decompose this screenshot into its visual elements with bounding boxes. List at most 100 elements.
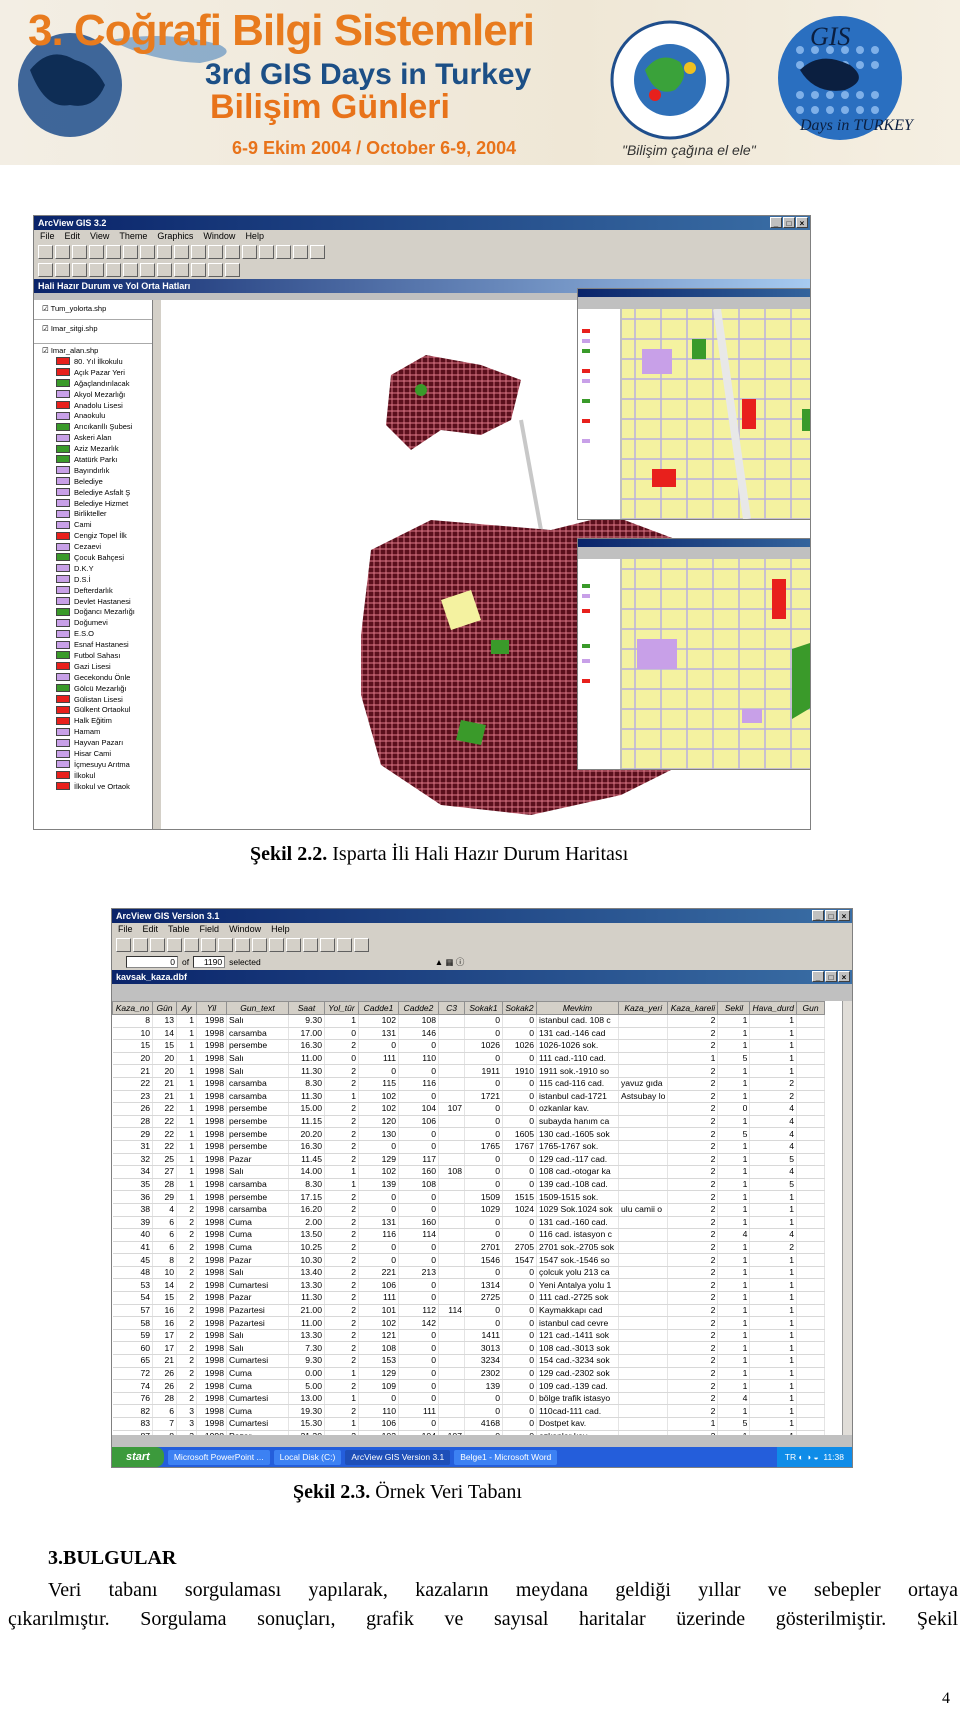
taskbar-item-active[interactable]: ArcView GIS Version 3.1	[345, 1449, 451, 1465]
zoom-in-tool-icon[interactable]	[106, 263, 121, 277]
zoom-out-icon[interactable]	[242, 245, 257, 259]
table-row[interactable]: 87831998Pazar21.30210210410700ozkanlar k…	[112, 1430, 826, 1435]
table-icon[interactable]	[106, 245, 121, 259]
column-header[interactable]: Gun_text	[226, 1001, 289, 1015]
table-row[interactable]: 72 26 2 1998 Cuma 0.00 1 129 0 2302 0 129 cad.-2302…	[112, 1367, 826, 1381]
table-row[interactable]: 57 16 2 1998 Pazartesi 21.00 2 101 112 114 0 0 Kayma…	[112, 1304, 826, 1318]
table-row[interactable]: 76 28 2 1998 Cumartesi 13.00 1 0 0 0 0 bölge trafik…	[112, 1392, 826, 1406]
close-icon[interactable]: ×	[838, 971, 850, 982]
column-header[interactable]: Kaza_kareli	[667, 1001, 719, 1015]
table-row[interactable]: 21 20 1 1998 Salı 11.30 2 0 0 1911 1910 1911 sok.-1…	[112, 1064, 826, 1078]
vertex-edit-icon[interactable]	[72, 263, 87, 277]
minimize-icon[interactable]: _	[770, 217, 782, 228]
properties-icon[interactable]	[72, 245, 87, 259]
menu-view[interactable]: View	[90, 230, 109, 243]
find-icon[interactable]	[235, 938, 250, 952]
table-row[interactable]: 53 14 2 1998 Cumartesi 13.30 2 106 0 1314 0 Yeni An…	[112, 1278, 826, 1293]
label-icon[interactable]	[191, 263, 206, 277]
identify-icon[interactable]	[38, 263, 53, 277]
hotlink-icon[interactable]	[174, 263, 189, 277]
menu-field[interactable]: Field	[200, 923, 220, 936]
column-header[interactable]: Cadde1	[358, 1001, 399, 1015]
menu-window[interactable]: Window	[203, 230, 235, 243]
maximize-icon[interactable]: □	[783, 217, 795, 228]
edit-legend-icon[interactable]	[89, 245, 104, 259]
properties-icon[interactable]	[184, 938, 199, 952]
table-row[interactable]: 54 15 2 1998 Pazar 11.30 2 111 0 2725 0 111 cad.-27…	[112, 1291, 826, 1305]
save-icon[interactable]	[116, 938, 131, 952]
table-row[interactable]: 40 6 2 1998 Cuma 13.50 2 116 114 0 0 116 cad. istas…	[112, 1228, 826, 1242]
table-row[interactable]: 74 26 2 1998 Cuma 5.00 2 109 0 139 0 109 cad.-139 c…	[112, 1379, 826, 1393]
select-feature-icon[interactable]	[276, 245, 291, 259]
table-row[interactable]: 15 15 1 1998 persembe 16.30 2 0 0 1026 1026 1026-10…	[112, 1039, 826, 1053]
query-icon[interactable]	[157, 245, 172, 259]
table-row[interactable]: 38 4 2 1998 carsamba 16.20 2 0 0 1029 1024 1029 Sok…	[112, 1203, 826, 1217]
column-header[interactable]: Gün	[152, 1001, 177, 1015]
table-row[interactable]: 34 27 1 1998 Salı 14.00 1 102 160 108 0 0 108 cad.-o…	[112, 1165, 826, 1179]
start-button[interactable]: start	[112, 1447, 164, 1467]
cut-icon[interactable]	[133, 938, 148, 952]
column-header[interactable]: Sokak1	[464, 1001, 503, 1015]
menu-theme[interactable]: Theme	[119, 230, 147, 243]
menu-table[interactable]: Table	[168, 923, 190, 936]
table-row[interactable]: 8 13 1 1998 Salı 9.30 1 102 108 0 0 istanbul cad. 1…	[112, 1014, 826, 1028]
select-tools-icon[interactable]: ▲ ▦ ⓘ	[435, 956, 465, 968]
calculate-icon[interactable]	[303, 938, 318, 952]
locate-icon[interactable]	[140, 245, 155, 259]
table-row[interactable]: 23 21 1 1998 carsamba 11.30 1 102 0 1721 0 istanbul…	[112, 1090, 826, 1104]
zoom-in-icon[interactable]	[225, 245, 240, 259]
paste-icon[interactable]	[167, 938, 182, 952]
menu-help[interactable]: Help	[245, 230, 264, 243]
help-icon[interactable]	[310, 245, 325, 259]
draw-icon[interactable]	[225, 263, 240, 277]
menu-window[interactable]: Window	[229, 923, 261, 936]
summarize-icon[interactable]	[286, 938, 301, 952]
column-header[interactable]: Yil	[196, 1001, 227, 1015]
taskbar-item[interactable]: Microsoft PowerPoint ...	[167, 1449, 270, 1465]
table-row[interactable]: 35 28 1 1998 carsamba 8.30 1 139 108 0 0 139 cad.-1…	[112, 1178, 826, 1192]
copy-icon[interactable]	[150, 938, 165, 952]
text-icon[interactable]	[208, 263, 223, 277]
column-header[interactable]: Kaza_no	[112, 1001, 153, 1015]
zoom-selected-icon[interactable]	[208, 245, 223, 259]
map-canvas[interactable]	[161, 288, 810, 829]
column-header[interactable]: Cadde2	[398, 1001, 439, 1015]
table-row[interactable]: 41 6 2 1998 Cuma 10.25 2 0 0 2701 2705 2701 sok.-27…	[112, 1241, 826, 1255]
maximize-icon[interactable]: □	[825, 971, 837, 982]
save-icon[interactable]	[38, 245, 53, 259]
chart-icon[interactable]	[218, 938, 233, 952]
table-row[interactable]: 48 10 2 1998 Salı 13.40 2 221 213 0 0 çolcuk yolu 2…	[112, 1266, 826, 1280]
add-theme-icon[interactable]	[55, 245, 70, 259]
column-header[interactable]: Ay	[176, 1001, 197, 1015]
measure-icon[interactable]	[157, 263, 172, 277]
menu-help[interactable]: Help	[271, 923, 290, 936]
help-icon[interactable]	[354, 938, 369, 952]
clear-selection-icon[interactable]	[293, 245, 308, 259]
table-row[interactable]: 60 17 2 1998 Salı 7.30 2 108 0 3013 0 108 cad.-3013…	[112, 1341, 826, 1356]
sort-descending-icon[interactable]	[337, 938, 352, 952]
column-header[interactable]: Mevkim	[536, 1001, 619, 1015]
close-icon[interactable]: ×	[838, 910, 850, 921]
minimize-icon[interactable]: _	[812, 910, 824, 921]
table-row[interactable]: 26 22 1 1998 persembe 15.00 2 102 104 107 0 0 ozkanl…	[112, 1102, 826, 1116]
column-header[interactable]: Gun	[796, 1001, 826, 1015]
column-header[interactable]: Kaza_yeri	[617, 1001, 669, 1015]
table-row[interactable]: 32 25 1 1998 Pazar 11.45 2 129 117 0 0 129 cad.-117…	[112, 1153, 826, 1167]
table-row[interactable]: 59 17 2 1998 Salı 13.30 2 121 0 1411 0 121 cad.-141…	[112, 1329, 826, 1343]
theme-row[interactable]: ☑ Imar_sitgi.shp	[34, 320, 152, 344]
table-row[interactable]: 22 21 1 1998 carsamba 8.30 2 115 116 0 0 115 cad-11…	[112, 1077, 826, 1091]
zoom-full-icon[interactable]	[174, 245, 189, 259]
table-row[interactable]: 36 29 1 1998 persembe 17.15 2 0 0 1509 1515 1509-15…	[112, 1190, 826, 1204]
previous-extent-icon[interactable]	[259, 245, 274, 259]
menu-file[interactable]: File	[118, 923, 133, 936]
table-row[interactable]: 20 20 1 1998 Salı 11.00 0 111 110 0 0 111 cad.-110 …	[112, 1052, 826, 1066]
menu-file[interactable]: File	[40, 230, 55, 243]
maximize-icon[interactable]: □	[825, 910, 837, 921]
column-header[interactable]: Sekil	[717, 1001, 751, 1015]
promote-icon[interactable]	[269, 938, 284, 952]
table-row[interactable]: 82 6 3 1998 Cuma 19.30 2 110 111 0 0 110cad-111 cad…	[112, 1404, 826, 1418]
zoom-active-icon[interactable]	[191, 245, 206, 259]
legend-scrollbar[interactable]	[152, 300, 161, 829]
table-row[interactable]: 65 21 2 1998 Cumartesi 9.30 2 153 0 3234 0 154 cad.…	[112, 1354, 826, 1368]
area-select-icon[interactable]	[89, 263, 104, 277]
